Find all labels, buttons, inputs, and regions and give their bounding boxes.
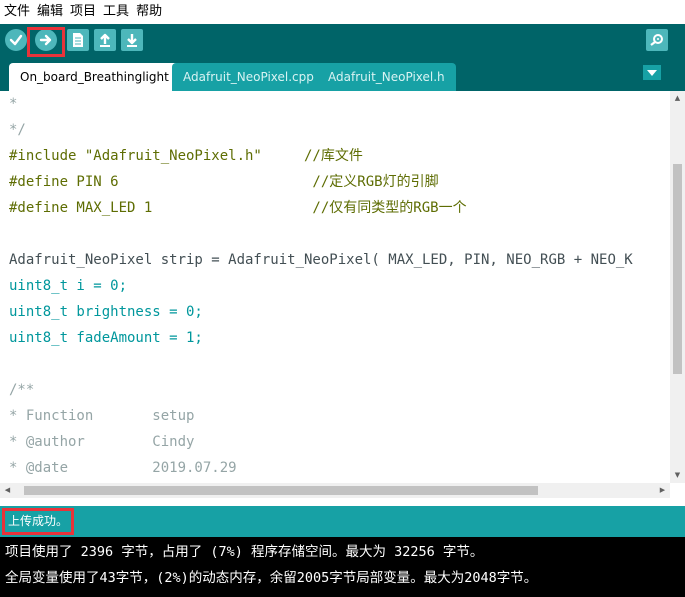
scroll-up-icon[interactable]: ▲ (670, 91, 685, 106)
new-sketch-button[interactable] (67, 29, 89, 51)
code-line: Adafruit_NeoPixel strip = Adafruit_NeoPi… (9, 252, 633, 268)
status-bar: 上传成功。 (0, 506, 685, 537)
code-editor[interactable]: * */ #include "Adafruit_NeoPixel.h" //库文… (0, 91, 670, 483)
code-line: uint8_t fadeAmount = 1; (9, 330, 203, 346)
code-line: #define PIN 6 //定义RGB灯的引脚 (9, 174, 439, 190)
open-button[interactable] (94, 29, 116, 51)
console-line: 项目使用了 2396 字节，占用了 (7%) 程序存储空间。最大为 32256 … (5, 544, 484, 560)
menu-bar: 文件 编辑 项目 工具 帮助 (0, 0, 685, 24)
triangle-down-icon (647, 69, 657, 76)
tab-neopixel-h[interactable]: Adafruit_NeoPixel.h (317, 63, 456, 91)
editor-divider (0, 498, 685, 506)
save-button[interactable] (121, 29, 143, 51)
checkmark-icon (9, 34, 23, 46)
console-line: 全局变量使用了43字节，(2%)的动态内存，余留2005字节局部变量。最大为20… (5, 570, 538, 586)
toolbar (0, 24, 685, 58)
vertical-scrollbar[interactable]: ▲ ▼ (670, 91, 685, 483)
vertical-scroll-thumb[interactable] (673, 164, 682, 374)
menu-sketch[interactable]: 项目 (70, 0, 96, 24)
code-line: uint8_t brightness = 0; (9, 304, 203, 320)
magnifier-icon (650, 34, 663, 46)
scroll-down-icon[interactable]: ▼ (670, 468, 685, 483)
menu-edit[interactable]: 编辑 (37, 0, 63, 24)
serial-monitor-button[interactable] (646, 29, 668, 51)
code-line: #define MAX_LED 1 //仅有同类型的RGB一个 (9, 200, 467, 216)
code-line: */ (9, 122, 26, 138)
horizontal-scrollbar[interactable]: ◀ ▶ (0, 483, 670, 498)
code-line: * @author Cindy (9, 434, 195, 450)
tab-sketch[interactable]: On_board_Breathinglight (9, 63, 180, 91)
menu-file[interactable]: 文件 (4, 0, 30, 24)
code-line: * @date 2019.07.29 (9, 460, 237, 476)
menu-tools[interactable]: 工具 (103, 0, 129, 24)
scroll-left-icon[interactable]: ◀ (0, 483, 15, 498)
code-line: #include "Adafruit_NeoPixel.h" //库文件 (9, 148, 363, 164)
code-line: * (9, 96, 18, 112)
tab-neopixel-cpp[interactable]: Adafruit_NeoPixel.cpp (172, 63, 325, 91)
code-line: * Function setup (9, 408, 195, 424)
arrow-down-icon (127, 34, 137, 47)
verify-button[interactable] (5, 29, 27, 51)
horizontal-scroll-thumb[interactable] (24, 486, 538, 495)
document-icon (73, 33, 83, 47)
code-line: uint8_t i = 0; (9, 278, 128, 294)
console-output: 项目使用了 2396 字节，占用了 (7%) 程序存储空间。最大为 32256 … (0, 537, 685, 597)
status-highlight-box (2, 508, 74, 535)
menu-help[interactable]: 帮助 (136, 0, 162, 24)
tab-menu-button[interactable] (643, 65, 661, 80)
arrow-up-icon (100, 33, 110, 47)
upload-highlight-box (27, 27, 65, 57)
tab-bar: On_board_Breathinglight Adafruit_NeoPixe… (0, 58, 685, 91)
code-line: /** (9, 382, 35, 398)
scroll-right-icon[interactable]: ▶ (655, 483, 670, 498)
